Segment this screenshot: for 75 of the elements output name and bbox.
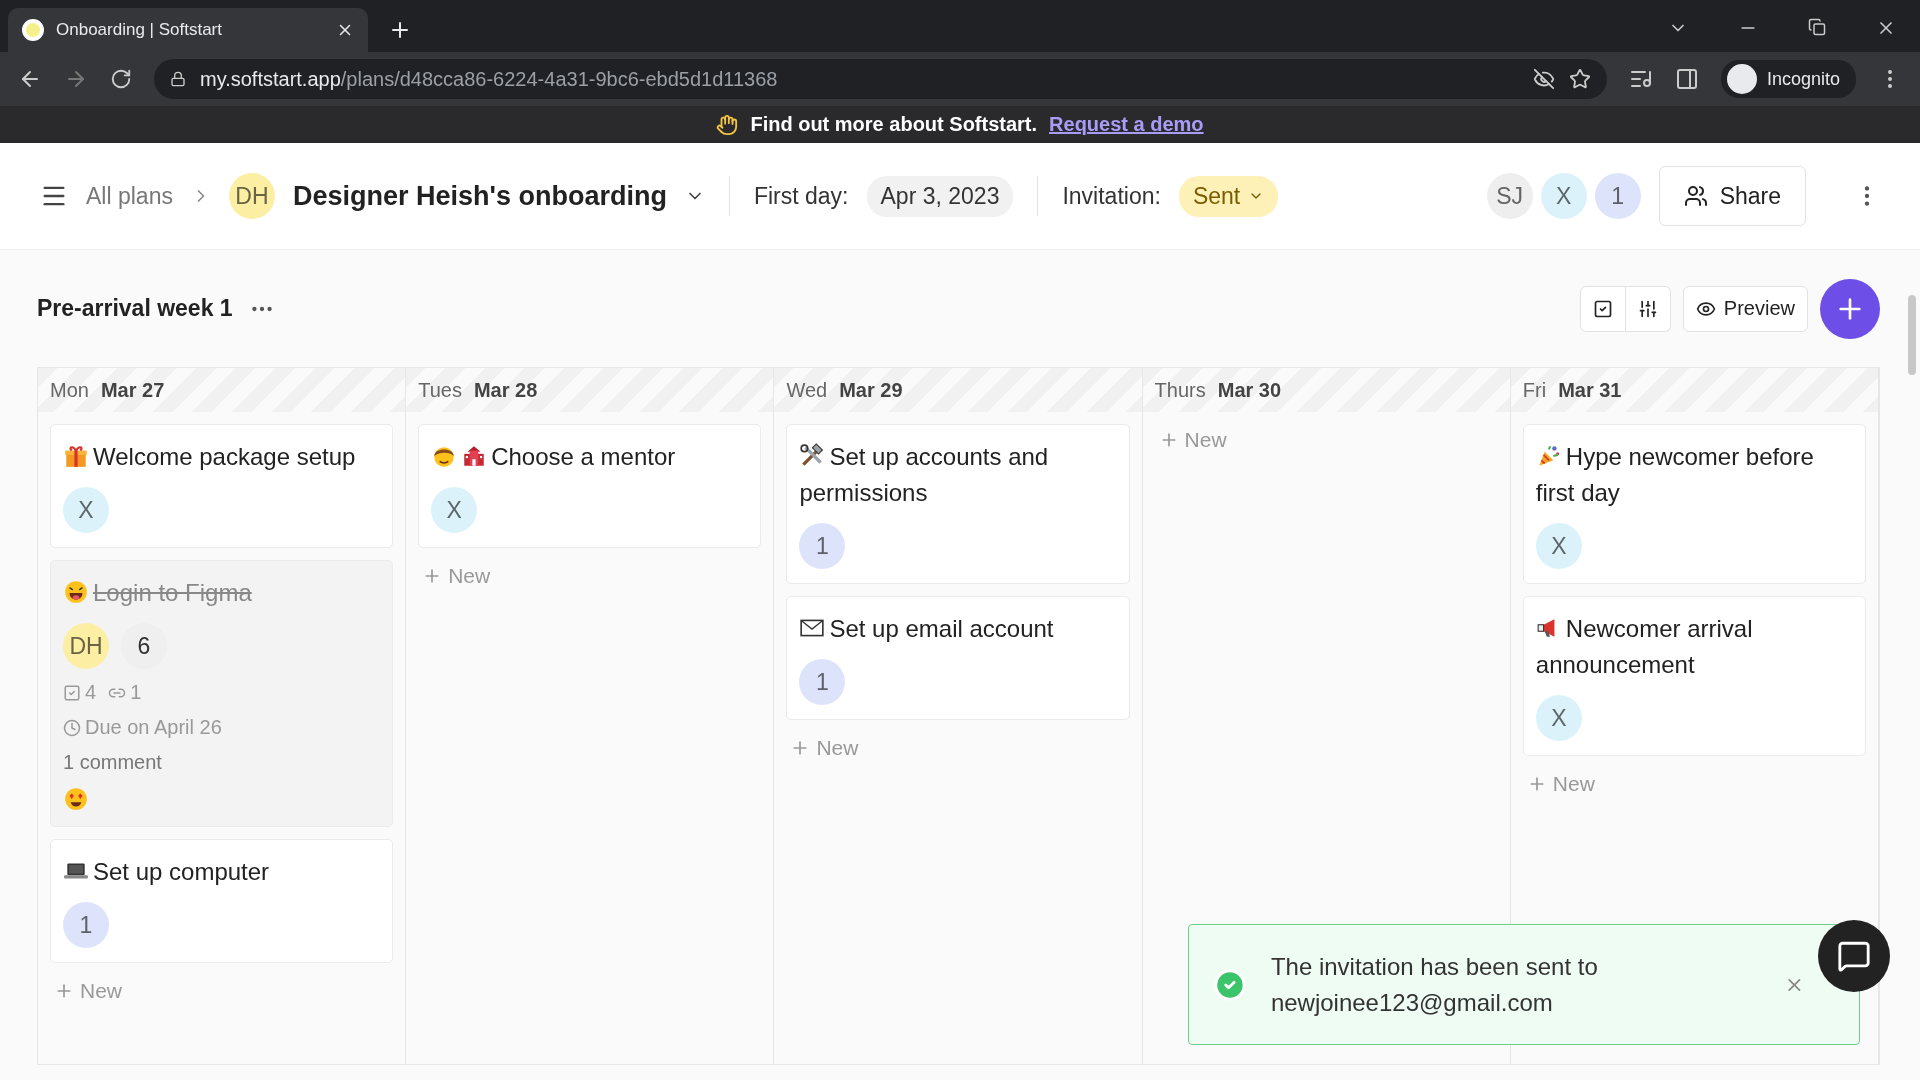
invitation-status-dropdown[interactable]: Sent	[1178, 175, 1279, 217]
assignee-count: 6	[121, 623, 167, 669]
request-demo-link[interactable]: Request a demo	[1049, 113, 1204, 136]
browser-tab[interactable]: Onboarding | Softstart	[8, 8, 368, 52]
profile-button[interactable]: Incognito	[1720, 60, 1856, 98]
avatar: 1	[799, 523, 846, 569]
hammer-and-wrench-icon	[799, 443, 826, 469]
task-title: Set up accounts and permissions	[799, 442, 1050, 508]
address-bar[interactable]: my.softstart.app/plans/d48cca86-6224-4a31-9bc6-ebd5d1d11368	[154, 59, 1607, 99]
task-title: Set up computer	[63, 854, 381, 890]
task-card[interactable]: Set up computer 1	[50, 839, 394, 963]
scrollbar-thumb[interactable]	[1908, 295, 1916, 375]
avatar: X	[431, 487, 478, 533]
lock-icon	[170, 71, 186, 87]
bookmark-star-icon[interactable]	[1568, 68, 1591, 90]
day-header: Fri Mar 31	[1510, 368, 1878, 412]
task-title: Hype newcomer before first day	[1535, 442, 1815, 508]
first-day-label: First day:	[753, 182, 849, 210]
invitation-label: Invitation:	[1062, 182, 1161, 210]
task-card[interactable]: Newcomer arrival announcement X	[1522, 596, 1866, 756]
plan-avatar: DH	[228, 173, 275, 219]
avatar: X	[63, 487, 109, 533]
people-icon	[1683, 184, 1708, 208]
avatar: 1	[799, 659, 846, 705]
member-avatar: 1	[1594, 173, 1641, 219]
day-header: Tues Mar 28	[406, 368, 774, 412]
gift-icon	[63, 443, 89, 469]
preview-button[interactable]: Preview	[1682, 285, 1808, 332]
first-day-picker[interactable]: Apr 3, 2023	[866, 175, 1014, 217]
heart-eyes-face-icon	[63, 786, 89, 812]
day-header: Mon Mar 27	[38, 368, 406, 412]
day-header: Thurs Mar 30	[1142, 368, 1510, 412]
checklist-count: 4	[63, 681, 97, 704]
checklist-icon	[1592, 298, 1613, 319]
member-avatar: SJ	[1486, 173, 1533, 219]
avatar: 1	[63, 902, 109, 948]
avatar: X	[1535, 523, 1582, 569]
clock-icon	[63, 718, 81, 737]
task-card[interactable]: Choose a mentor X	[418, 424, 762, 548]
toast-message: The invitation has been sent to newjoinee123@gmail.com	[1270, 951, 1599, 1018]
section-title: Pre-arrival week 1	[37, 295, 233, 322]
task-title: Welcome package setup	[63, 439, 381, 475]
task-title: Choose a mentor	[431, 439, 749, 475]
reload-icon[interactable]	[110, 68, 132, 90]
checklist-icon	[63, 683, 81, 702]
task-title: Newcomer arrival announcement	[1535, 614, 1754, 680]
task-card[interactable]: Set up email account 1	[786, 596, 1130, 720]
restore-icon[interactable]	[1808, 18, 1826, 36]
avatar: DH	[63, 623, 109, 669]
day-header: Wed Mar 29	[774, 368, 1142, 412]
share-button[interactable]: Share	[1658, 166, 1806, 226]
laughing-face-icon	[63, 579, 89, 605]
favicon-icon	[22, 19, 44, 41]
link-count: 1	[108, 681, 142, 704]
filter-settings-button[interactable]	[1625, 285, 1671, 332]
plan-title: Designer Heish's onboarding	[292, 180, 667, 212]
tab-title: Onboarding | Softstart	[56, 20, 223, 40]
eye-off-icon[interactable]	[1532, 68, 1555, 90]
task-card[interactable]: Hype newcomer before first day X	[1522, 424, 1866, 584]
task-title: Set up email account	[799, 611, 1117, 647]
checklist-view-button[interactable]	[1579, 285, 1626, 332]
banner-text: Find out more about Softstart.	[750, 113, 1038, 136]
due-date: Due on April 26	[63, 716, 381, 739]
task-card[interactable]: Login to Figma DH 6 4 1 Due on April 26 1 comment	[50, 560, 394, 827]
avatar: X	[1535, 695, 1582, 741]
task-card[interactable]: Welcome package setup X	[50, 424, 394, 548]
sliders-icon	[1637, 298, 1658, 319]
all-plans-link[interactable]: All plans	[86, 182, 173, 210]
task-title: Login to Figma	[63, 575, 381, 611]
member-avatar: X	[1540, 173, 1587, 219]
waving-hand-icon	[716, 113, 739, 136]
task-card[interactable]: Set up accounts and permissions 1	[786, 424, 1130, 584]
comment-count: 1 comment	[63, 751, 163, 774]
chat-icon	[1837, 939, 1871, 973]
side-panel-icon[interactable]	[1674, 67, 1699, 91]
